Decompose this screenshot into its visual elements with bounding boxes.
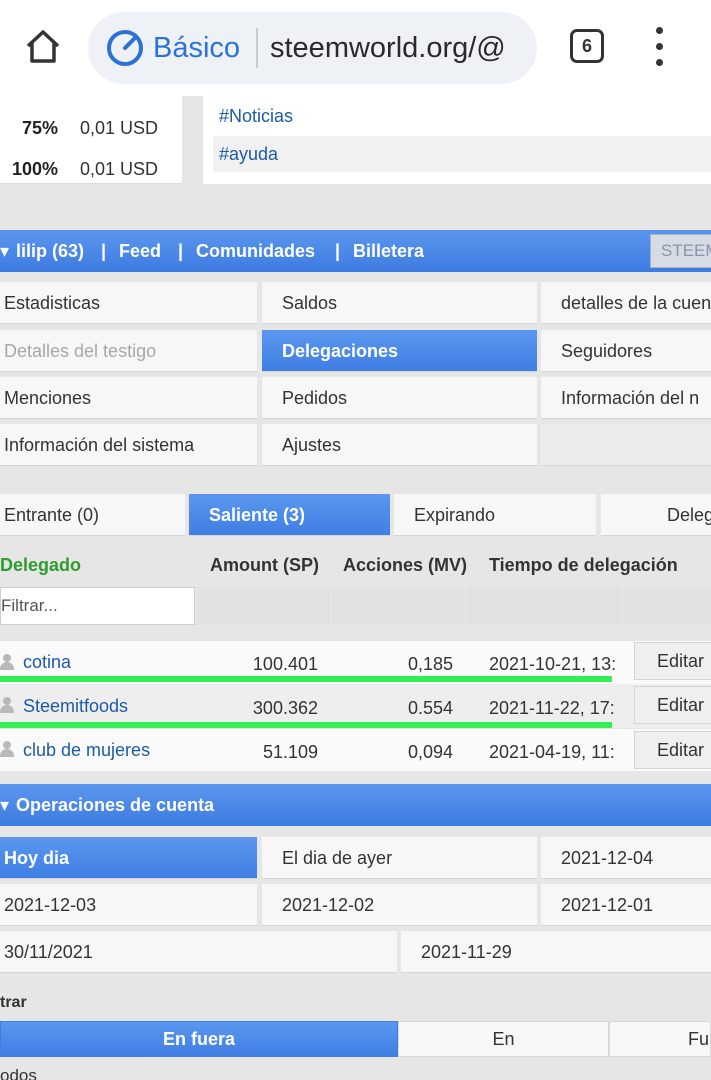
filter-label: trar — [0, 994, 27, 1011]
day-button[interactable]: 2021-12-03 — [0, 884, 257, 926]
tab-outgoing[interactable]: Saliente (3) — [189, 494, 390, 536]
day-button[interactable]: 2021-12-02 — [262, 884, 537, 926]
nav-communities[interactable]: Comunidades — [196, 230, 315, 272]
amount-value: 300.362 — [252, 698, 318, 718]
user-icon — [0, 741, 14, 757]
address-bar[interactable]: Básico steemworld.org/@ — [88, 12, 537, 84]
page-content: 75% 0,01 USD 100% 0,01 USD #Noticias #ay… — [0, 96, 711, 1080]
menu-settings[interactable]: Ajustes — [262, 424, 537, 466]
edit-button[interactable]: Editar — [634, 642, 711, 680]
day-today[interactable]: Hoy dia — [0, 837, 257, 879]
url-text[interactable]: steemworld.org/@ — [270, 30, 505, 66]
time-value: 2021-04-19, 11: — [489, 742, 615, 762]
menu-mentions[interactable]: Menciones — [0, 377, 257, 419]
menu-info[interactable]: Información del n — [541, 377, 711, 419]
lite-mode-icon — [106, 29, 144, 67]
nav-separator: | — [335, 241, 341, 261]
col-time[interactable]: Tiempo de delegación — [489, 552, 678, 578]
tags-card: #Noticias #ayuda — [203, 96, 711, 184]
filter-cell — [467, 587, 621, 625]
edit-button[interactable]: Editar — [634, 731, 711, 769]
highlight-underline — [0, 676, 612, 682]
user-icon — [0, 697, 14, 713]
col-delegatee[interactable]: Delegado — [0, 552, 81, 578]
home-icon[interactable] — [22, 26, 64, 68]
filter-cell — [623, 587, 711, 625]
steem-button[interactable]: STEEM — [650, 234, 711, 268]
menu-balances[interactable]: Saldos — [262, 282, 537, 324]
ops-title: Operaciones de cuenta — [16, 795, 215, 815]
price-value: 0,01 USD — [80, 118, 159, 138]
menu-empty-slot — [541, 424, 711, 466]
amount-value: 51.109 — [262, 742, 318, 762]
direction-in-tab[interactable]: En — [398, 1021, 609, 1057]
price-percent: 75% — [21, 118, 58, 138]
tab-incoming[interactable]: Entrante (0) — [0, 494, 185, 536]
menu-system-info[interactable]: Información del sistema — [0, 424, 257, 466]
menu-stats[interactable]: Estadisticas — [0, 282, 257, 324]
menu-delegations[interactable]: Delegaciones — [262, 330, 537, 372]
day-button[interactable]: 2021-12-01 — [541, 884, 711, 926]
tab-expiring[interactable]: Expirando — [394, 494, 596, 536]
nav-wallet[interactable]: Billetera — [353, 230, 424, 272]
filter-cell — [197, 587, 330, 625]
shares-value: 0,185 — [407, 654, 453, 674]
day-button[interactable]: 2021-11-29 — [401, 931, 711, 973]
tag-link[interactable]: #ayuda — [213, 136, 711, 172]
amount-value: 100.401 — [252, 654, 318, 674]
day-button[interactable]: 30/11/2021 — [0, 931, 397, 973]
day-button[interactable]: 2021-12-04 — [541, 837, 711, 879]
collapse-arrow-icon[interactable]: ▾ — [0, 784, 9, 826]
nav-separator: | — [178, 241, 184, 261]
highlight-underline — [0, 722, 612, 728]
col-amount[interactable]: Amount (SP) — [210, 552, 319, 578]
shares-value: 0.554 — [407, 698, 453, 718]
tab-switcher-button[interactable]: 6 — [570, 29, 604, 63]
price-card: 75% 0,01 USD 100% 0,01 USD — [0, 96, 182, 184]
delegatee-link[interactable]: club de mujeres — [23, 738, 150, 762]
shares-value: 0,094 — [407, 742, 453, 762]
account-operations-header[interactable]: ▾ Operaciones de cuenta — [0, 784, 711, 826]
col-shares[interactable]: Acciones (MV) — [343, 552, 467, 578]
delegatee-link[interactable]: cotina — [23, 650, 71, 674]
direction-other-tab[interactable]: Fu — [609, 1021, 711, 1057]
tag-link[interactable]: #Noticias — [213, 98, 711, 134]
direction-out-tab[interactable]: En fuera — [0, 1021, 398, 1057]
nav-feed[interactable]: Feed — [119, 230, 161, 272]
menu-account-details[interactable]: detalles de la cuenta — [541, 282, 711, 324]
menu-witness-details[interactable]: Detalles del testigo — [0, 330, 257, 372]
user-icon — [0, 654, 14, 670]
menu-followers[interactable]: Seguidores — [541, 330, 711, 372]
nav-separator: | — [101, 241, 107, 261]
price-percent: 100% — [11, 159, 58, 179]
edit-button[interactable]: Editar — [634, 686, 711, 724]
price-value: 0,01 USD — [80, 159, 159, 179]
nav-user[interactable]: lilip (63) — [16, 230, 84, 272]
address-divider — [256, 28, 258, 68]
tab-delegate[interactable]: Deleg — [601, 494, 711, 536]
menu-orders[interactable]: Pedidos — [262, 377, 537, 419]
collapse-arrow-icon[interactable]: ▾ — [0, 230, 9, 272]
filter-all-label: odos — [0, 1066, 37, 1080]
lite-mode-label[interactable]: Básico — [153, 30, 240, 66]
day-yesterday[interactable]: El dia de ayer — [262, 837, 537, 879]
delegatee-link[interactable]: Steemitfoods — [23, 694, 128, 718]
filter-input[interactable]: Filtrar... — [0, 587, 195, 625]
filter-cell — [332, 587, 465, 625]
time-value: 2021-11-22, 17: — [489, 698, 615, 718]
user-nav-bar: ▾ lilip (63) | Feed | Comunidades | Bill… — [0, 230, 711, 272]
time-value: 2021-10-21, 13: — [489, 654, 617, 674]
browser-toolbar: Básico steemworld.org/@ 6 — [0, 0, 711, 96]
more-menu-icon[interactable] — [650, 27, 670, 67]
